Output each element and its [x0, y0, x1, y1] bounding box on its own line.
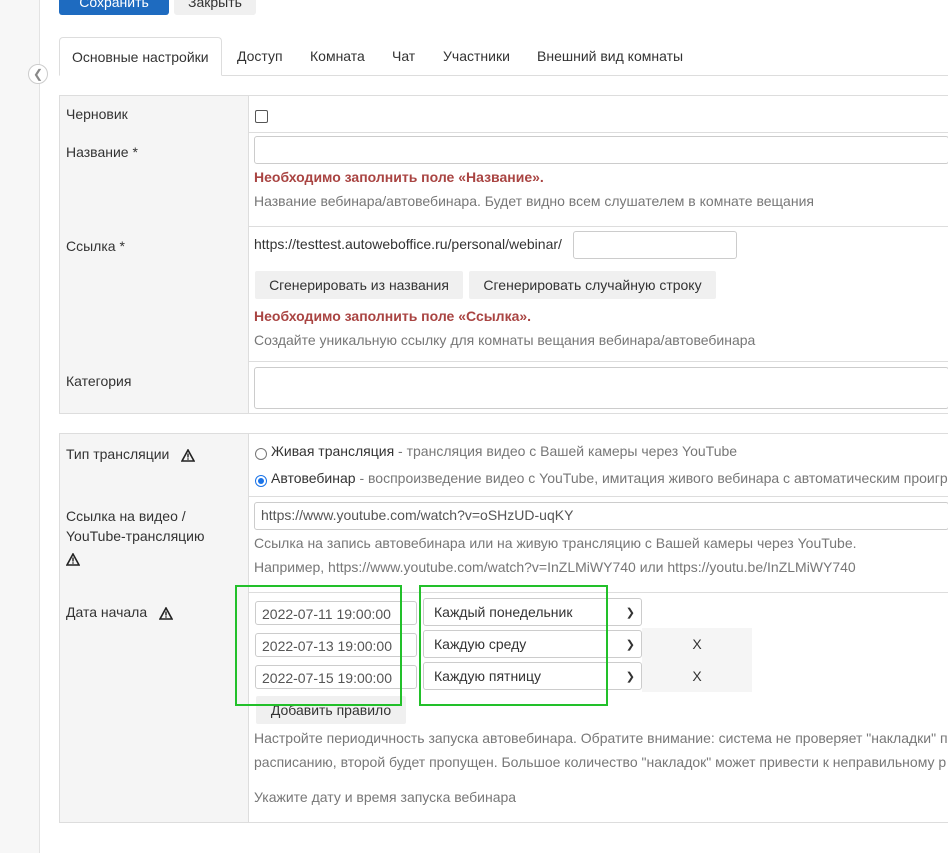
start-date-row: Дата начала 2022-07-11 19:00:00 Каждый п… — [60, 585, 948, 822]
name-row: Название * Необходимо заполнить поле «На… — [60, 132, 948, 227]
category-row: Категория — [60, 361, 948, 413]
broadcast-type-label-text: Тип трансляции — [66, 446, 170, 462]
live-broadcast-desc: - трансляция видео с Вашей камеры через … — [394, 443, 738, 459]
live-broadcast-radio[interactable] — [255, 448, 267, 460]
remove-rule-button-2[interactable]: X — [642, 628, 752, 660]
start-date-hint-1: Настройте периодичность запуска автовеби… — [254, 730, 948, 746]
warning-icon — [159, 606, 174, 620]
autowebinar-radio[interactable] — [255, 475, 267, 487]
left-sidebar — [0, 0, 40, 853]
name-input[interactable] — [254, 136, 948, 164]
chevron-down-icon: ❯ — [625, 639, 635, 651]
video-link-row: Ссылка на видео / YouTube-трансляцию htt… — [60, 496, 948, 593]
settings-tabs: Основные настройки Доступ Комната Чат Уч… — [59, 37, 948, 76]
start-date-hint-2: расписанию, второй будет пропущен. Больш… — [254, 754, 947, 770]
collapse-sidebar-button[interactable]: ❮ — [28, 64, 48, 84]
link-label: Ссылка * — [60, 226, 249, 361]
highlight-box-repeat — [419, 585, 608, 706]
remove-rule-button-3[interactable]: X — [642, 660, 752, 692]
autowebinar-option: Автовебинар - воспроизведение видео с Yo… — [271, 470, 948, 486]
link-hint: Создайте уникальную ссылку для комнаты в… — [254, 332, 756, 348]
autowebinar-desc: - воспроизведение видео с YouTube, имита… — [355, 470, 948, 486]
link-slug-input[interactable] — [573, 231, 737, 259]
broadcast-type-row: Тип трансляции Живая трансляция - трансл… — [60, 434, 948, 497]
live-broadcast-option: Живая трансляция - трансляция видео с Ва… — [271, 443, 737, 459]
chevron-down-icon: ❯ — [625, 671, 635, 683]
category-label: Категория — [60, 361, 249, 413]
video-link-input[interactable]: https://www.youtube.com/watch?v=oSHzUD-u… — [254, 502, 948, 530]
video-link-label: Ссылка на видео / YouTube-трансляцию — [60, 496, 249, 592]
live-broadcast-title: Живая трансляция — [271, 443, 395, 459]
video-link-label-text: Ссылка на видео / YouTube-трансляцию — [66, 508, 205, 544]
generate-from-name-button[interactable]: Сгенерировать из названия — [255, 271, 463, 299]
start-date-label-text: Дата начала — [66, 604, 148, 620]
start-date-label: Дата начала — [60, 592, 249, 822]
save-button[interactable]: Сохранить — [59, 0, 169, 15]
tab-access[interactable]: Доступ — [225, 37, 295, 75]
link-error: Необходимо заполнить поле «Ссылка». — [254, 308, 532, 324]
autowebinar-title: Автовебинар — [271, 470, 356, 486]
tab-room-appearance[interactable]: Внешний вид комнаты — [525, 37, 695, 75]
name-label: Название * — [60, 132, 249, 226]
warning-icon — [181, 448, 196, 462]
tab-chat[interactable]: Чат — [380, 37, 427, 75]
main-settings-panel: Черновик Название * Необходимо заполнить… — [59, 95, 948, 414]
draft-row: Черновик — [60, 96, 948, 133]
name-error: Необходимо заполнить поле «Название». — [254, 169, 544, 185]
video-link-example: Например, https://www.youtube.com/watch?… — [254, 559, 856, 575]
broadcast-settings-panel: Тип трансляции Живая трансляция - трансл… — [59, 433, 948, 823]
broadcast-type-label: Тип трансляции — [60, 434, 249, 496]
close-button[interactable]: Закрыть — [174, 0, 256, 15]
link-prefix: https://testtest.autoweboffice.ru/person… — [254, 236, 562, 252]
highlight-box-dates — [235, 585, 402, 706]
chevron-left-icon: ❮ — [32, 67, 44, 81]
tab-room[interactable]: Комната — [298, 37, 377, 75]
draft-label: Черновик — [60, 96, 249, 132]
category-select[interactable] — [254, 367, 948, 409]
chevron-down-icon: ❯ — [625, 607, 635, 619]
draft-checkbox[interactable] — [255, 110, 268, 123]
tab-main-settings[interactable]: Основные настройки — [59, 37, 222, 76]
tab-participants[interactable]: Участники — [431, 37, 522, 75]
link-row: Ссылка * https://testtest.autoweboffice.… — [60, 226, 948, 362]
name-hint: Название вебинара/автовебинара. Будет ви… — [254, 193, 814, 209]
generate-random-button[interactable]: Сгенерировать случайную строку — [469, 271, 716, 299]
warning-icon — [66, 552, 80, 566]
start-date-hint-3: Укажите дату и время запуска вебинара — [254, 789, 517, 805]
video-link-hint: Ссылка на запись автовебинара или на жив… — [254, 535, 857, 551]
